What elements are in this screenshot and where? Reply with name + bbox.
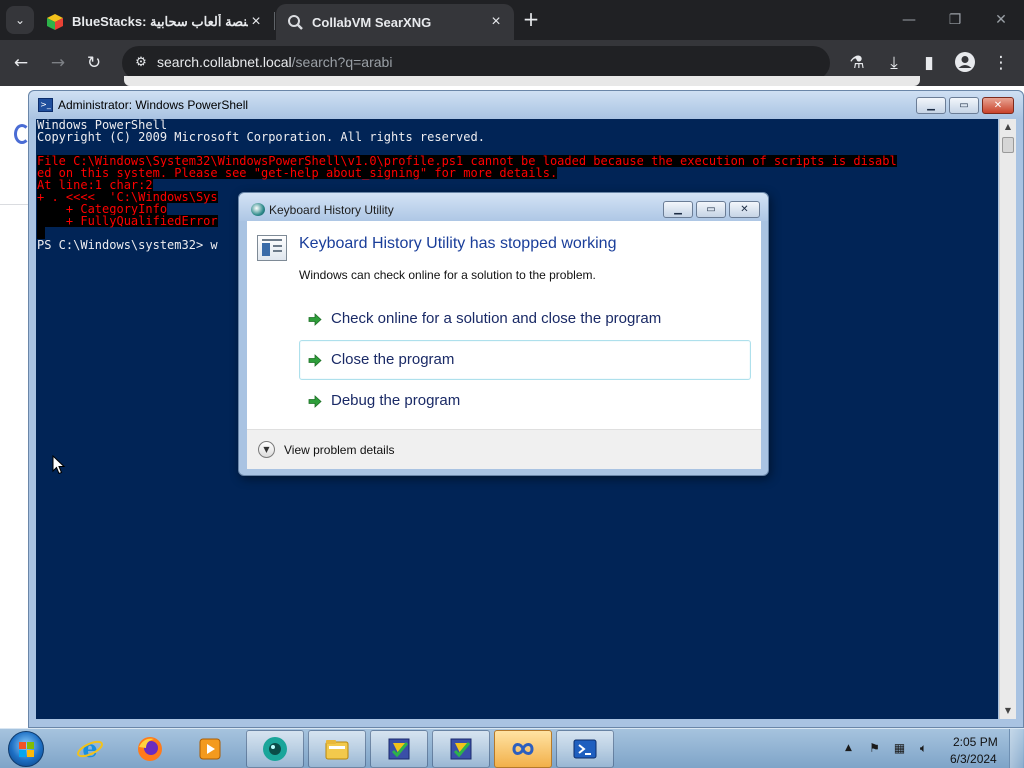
menu-kebab-icon[interactable]: ⋮ <box>989 51 1013 75</box>
scroll-up-icon[interactable]: ▲ <box>1000 119 1016 135</box>
clock-date[interactable]: 6/3/2024 <box>950 752 997 766</box>
media-player-icon <box>199 738 221 760</box>
dialog-heading: Keyboard History Utility has stopped wor… <box>299 235 617 252</box>
tab-searxng[interactable]: CollabVM SearXNG × <box>276 4 514 40</box>
tab-bluestacks[interactable]: BlueStacks: ويد، منصة ألعاب سحابية × <box>36 4 274 40</box>
minimize-icon[interactable]: — <box>894 8 924 32</box>
start-button[interactable] <box>8 731 44 767</box>
console-scrollbar[interactable]: ▲ ▼ <box>999 119 1016 719</box>
green-arrow-icon <box>308 313 322 326</box>
minimize-button[interactable]: ▁ <box>916 97 946 114</box>
option-label: Close the program <box>331 351 455 368</box>
tab-search-button[interactable]: ⌄ <box>6 6 34 34</box>
tab-title: CollabVM SearXNG <box>312 14 432 30</box>
mouse-pointer-icon <box>52 455 66 475</box>
program-window-icon <box>257 235 287 261</box>
cpu-z-icon <box>450 738 472 760</box>
taskbar-powershell[interactable] <box>556 730 614 768</box>
close-program-option[interactable]: Close the program <box>299 340 751 380</box>
cpu-z-icon <box>388 738 410 760</box>
maximize-button[interactable]: ▭ <box>949 97 979 114</box>
bluestacks-icon <box>47 14 63 30</box>
tab-separator <box>274 12 275 30</box>
close-icon[interactable]: × <box>488 13 504 31</box>
check-online-option[interactable]: Check online for a solution and close th… <box>299 299 751 339</box>
maximize-button[interactable]: ▭ <box>696 201 726 218</box>
taskbar-webcam-app[interactable] <box>246 730 304 768</box>
dialog-titlebar[interactable]: Keyboard History Utility ▁ ▭ ✕ <box>239 193 768 221</box>
expand-chevron-icon[interactable]: ▼ <box>258 441 275 458</box>
view-details-link[interactable]: View problem details <box>284 443 395 457</box>
url-text[interactable]: search.collabnet.local/search?q=arabi <box>157 54 392 70</box>
window-title: Administrator: Windows PowerShell <box>58 98 249 112</box>
powershell-icon <box>573 739 597 759</box>
download-icon[interactable]: ⤓ <box>882 51 906 75</box>
debug-program-option[interactable]: Debug the program <box>299 381 751 421</box>
new-tab-button[interactable]: + <box>520 8 542 30</box>
svg-text:e: e <box>82 735 97 763</box>
console-prompt[interactable]: PS C:\Windows\system32> w <box>37 239 218 251</box>
network-icon[interactable]: ▦ <box>892 741 907 756</box>
minimize-button[interactable]: ▁ <box>663 201 693 218</box>
labs-flask-icon[interactable]: ⚗ <box>845 51 869 75</box>
keyboard-utility-icon <box>251 203 265 216</box>
error-dialog: Keyboard History Utility ▁ ▭ ✕ Keyboard … <box>238 192 769 476</box>
green-arrow-icon <box>308 354 322 367</box>
volume-muted-icon[interactable]: 🔈︎ <box>916 741 931 756</box>
dialog-subtext: Windows can check online for a solution … <box>299 268 596 282</box>
url-path: /search?q=arabi <box>291 54 393 70</box>
option-label: Check online for a solution and close th… <box>331 310 662 327</box>
page-divider <box>0 204 30 205</box>
green-arrow-icon <box>308 395 322 408</box>
restore-icon[interactable]: ❐ <box>940 8 970 32</box>
option-label: Debug the program <box>331 392 461 409</box>
profile-avatar-icon[interactable] <box>953 51 977 75</box>
console-error-line: + FullyQualifiedError <box>37 214 218 228</box>
internet-explorer-icon: e <box>77 735 103 763</box>
taskbar-cpu-z-2[interactable] <box>432 730 490 768</box>
show-desktop-button[interactable] <box>1009 729 1023 768</box>
clock-time[interactable]: 2:05 PM <box>953 735 998 749</box>
file-explorer-icon <box>325 740 349 760</box>
back-arrow-icon[interactable]: ← <box>9 51 33 75</box>
taskbar-media-player[interactable] <box>181 730 239 768</box>
omnibox-dropdown <box>124 76 920 86</box>
taskbar-file-explorer[interactable] <box>308 730 366 768</box>
firefox-icon <box>138 737 162 761</box>
dialog-title: Keyboard History Utility <box>269 203 394 217</box>
forward-arrow-icon[interactable]: → <box>46 51 70 75</box>
powershell-titlebar[interactable]: >_ Administrator: Windows PowerShell ▁ ▭… <box>29 91 1023 119</box>
scroll-thumb[interactable] <box>1002 137 1014 153</box>
infinity-icon <box>512 743 534 755</box>
tray-overflow-icon[interactable]: ▲ <box>845 743 852 753</box>
taskbar-internet-explorer[interactable]: e <box>61 730 119 768</box>
browser-tabstrip: ⌄ BlueStacks: ويد، منصة ألعاب سحابية × C… <box>0 0 1024 40</box>
chevron-down-icon: ⌄ <box>14 13 26 27</box>
action-center-flag-icon[interactable]: ⚑ <box>867 741 882 756</box>
close-window-icon[interactable]: ✕ <box>986 8 1016 32</box>
powershell-icon: >_ <box>38 98 53 112</box>
reload-icon[interactable]: ↻ <box>82 51 106 75</box>
console-line: Copyright (C) 2009 Microsoft Corporation… <box>37 130 485 144</box>
windows-logo-icon <box>19 742 34 757</box>
url-host: search.collabnet.local <box>157 54 292 70</box>
webcam-icon <box>263 737 287 761</box>
close-button[interactable]: ✕ <box>982 97 1014 114</box>
taskbar-firefox[interactable] <box>121 730 179 768</box>
dialog-body: Keyboard History Utility has stopped wor… <box>247 221 761 469</box>
searxng-icon <box>288 15 303 30</box>
close-icon[interactable]: × <box>248 13 264 31</box>
taskbar-keyboard-utility[interactable] <box>494 730 552 768</box>
taskbar-cpu-z-1[interactable] <box>370 730 428 768</box>
dialog-footer: ▼ View problem details <box>247 429 761 469</box>
close-button[interactable]: ✕ <box>729 201 760 218</box>
scroll-down-icon[interactable]: ▼ <box>1000 703 1016 719</box>
windows-taskbar: e ▲ ⚑ ▦ 🔈︎ 2:05 PM 6/3/2024 <box>0 728 1024 768</box>
tab-title: BlueStacks: ويد، منصة ألعاب سحابية <box>72 14 248 29</box>
site-info-icon[interactable]: ⚙ <box>130 52 152 74</box>
side-panel-icon[interactable]: ▮ <box>917 51 941 75</box>
